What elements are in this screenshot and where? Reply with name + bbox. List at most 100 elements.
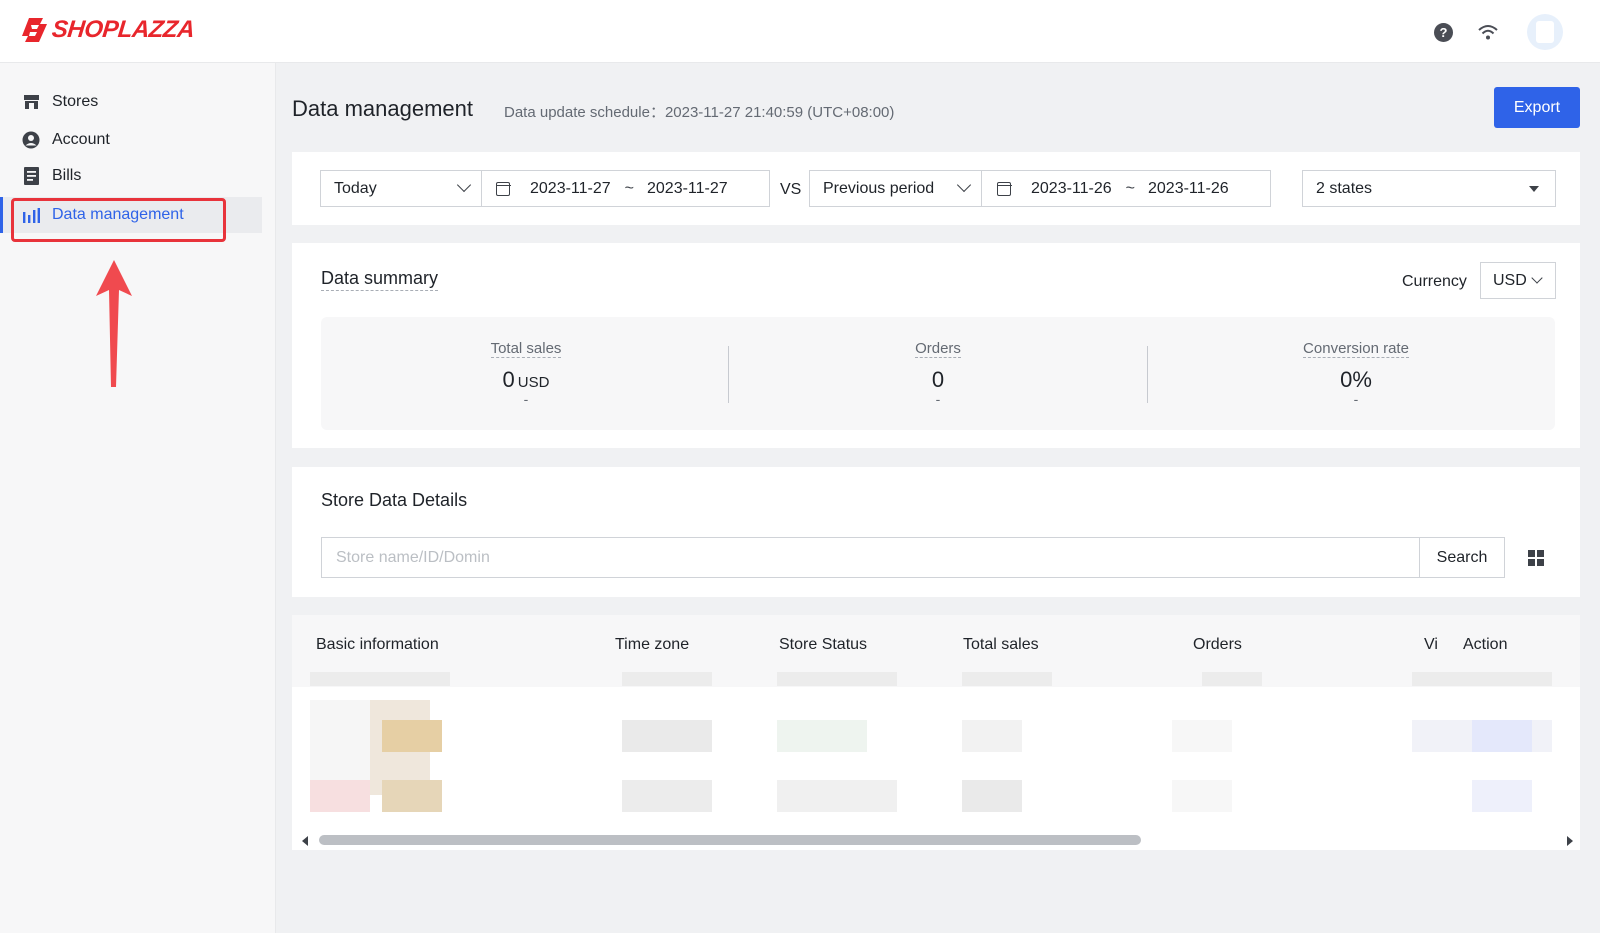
sidebar-item-bills[interactable]: Bills: [0, 158, 262, 194]
states-select-value: 2 states: [1316, 179, 1373, 197]
stat-unit: USD: [517, 374, 550, 391]
scroll-left-arrow-icon[interactable]: [302, 836, 308, 846]
shoplazza-logo-icon: [22, 18, 47, 42]
table-row: [622, 780, 712, 812]
column-orders[interactable]: Orders: [1193, 636, 1242, 654]
top-bar: SHOPLAZZA ?: [0, 0, 1600, 63]
stat-number: 0%: [1340, 367, 1372, 392]
compare-period-select[interactable]: Previous period: [809, 170, 982, 207]
table-row: [777, 672, 897, 686]
period-select-value: Today: [334, 179, 377, 197]
search-button[interactable]: Search: [1419, 537, 1505, 578]
table-row: [1202, 672, 1262, 686]
currency-label: Currency: [1402, 273, 1467, 290]
update-schedule-text: Data update schedule：2023-11-27 21:40:59…: [504, 104, 895, 121]
table-row: [1472, 780, 1532, 812]
blurred-table-rows: [292, 672, 1580, 822]
stat-label: Conversion rate: [1303, 340, 1409, 358]
sidebar-item-label: Stores: [52, 93, 99, 110]
table-row: [382, 720, 442, 752]
data-summary-title: Data summary: [321, 268, 439, 291]
column-total-sales[interactable]: Total sales: [963, 636, 1039, 654]
caret-down-icon: [1529, 186, 1539, 192]
chevron-down-icon: [1531, 272, 1543, 284]
stat-label: Total sales: [490, 340, 562, 358]
compare-date-range-picker[interactable]: 2023-11-26 ~ 2023-11-26: [981, 170, 1271, 207]
avatar-image: [1536, 21, 1554, 43]
date-start: 2023-11-27: [530, 179, 611, 197]
table-row: [962, 780, 1022, 812]
stat-conversion-rate: Conversion rate 0% -: [1151, 317, 1561, 430]
stat-value: 0 USD: [321, 367, 731, 393]
table-row: [1472, 720, 1532, 752]
calendar-icon: [495, 181, 511, 196]
sidebar-item-label: Bills: [52, 167, 82, 184]
user-circle-icon: [22, 131, 40, 149]
table-row: [962, 672, 1052, 686]
column-basic-information[interactable]: Basic information: [316, 636, 439, 654]
scroll-right-arrow-icon[interactable]: [1567, 836, 1573, 846]
compare-date-start: 2023-11-26: [1031, 179, 1112, 197]
stat-value: 0%: [1151, 367, 1561, 393]
stat-value: 0: [733, 367, 1143, 393]
table-row: [310, 780, 370, 812]
sidebar-item-account[interactable]: Account: [0, 122, 262, 158]
arrow-up-annotation-icon: [96, 260, 132, 387]
states-select[interactable]: 2 states: [1302, 170, 1556, 207]
stat-orders: Orders 0 -: [733, 317, 1143, 430]
compare-period-value: Previous period: [823, 179, 935, 197]
chevron-down-icon: [456, 177, 472, 193]
column-time-zone[interactable]: Time zone: [615, 636, 689, 654]
currency-value: USD: [1493, 271, 1527, 289]
compare-date-end: 2023-11-26: [1148, 179, 1229, 197]
grid-view-icon[interactable]: [1528, 550, 1544, 566]
date-separator: ~: [1125, 179, 1135, 197]
table-row: [622, 672, 712, 686]
wifi-icon[interactable]: [1478, 24, 1498, 40]
table-row: [777, 720, 867, 752]
table-row: [1412, 672, 1552, 686]
currency-select[interactable]: USD: [1480, 262, 1556, 299]
calendar-icon: [996, 181, 1012, 196]
scrollbar-thumb[interactable]: [319, 835, 1141, 845]
sidebar-item-label: Account: [52, 131, 110, 148]
column-store-status[interactable]: Store Status: [779, 636, 867, 654]
brand-logo[interactable]: SHOPLAZZA: [22, 16, 196, 44]
chevron-down-icon: [956, 177, 972, 193]
search-placeholder: Store name/ID/Domin: [336, 548, 490, 566]
table-row: [382, 780, 442, 812]
sidebar-item-stores[interactable]: Stores: [0, 84, 262, 120]
stat-delta: -: [1353, 391, 1359, 407]
period-select[interactable]: Today: [320, 170, 482, 207]
question-circle-icon[interactable]: ?: [1434, 23, 1453, 42]
vs-label: VS: [780, 181, 802, 198]
page-title: Data management: [292, 96, 473, 121]
divider: [728, 346, 729, 403]
stat-number: 0: [502, 367, 515, 392]
stat-delta: -: [935, 391, 941, 407]
table-row: [1172, 780, 1232, 812]
avatar[interactable]: [1527, 14, 1563, 50]
store-details-title: Store Data Details: [321, 490, 468, 510]
store-search-input[interactable]: Store name/ID/Domin: [321, 537, 1420, 578]
stat-delta: -: [523, 391, 529, 407]
table-row: [1172, 720, 1232, 752]
date-end: 2023-11-27: [647, 179, 728, 197]
column-action[interactable]: Action: [1463, 636, 1507, 654]
column-visitors[interactable]: Vi: [1424, 636, 1440, 654]
brand-name: SHOPLAZZA: [50, 16, 196, 43]
export-button[interactable]: Export: [1494, 87, 1580, 128]
table-row: [310, 672, 450, 686]
document-icon: [22, 167, 40, 185]
store-icon: [22, 93, 40, 111]
table-row: [777, 780, 897, 812]
date-range-picker[interactable]: 2023-11-27 ~ 2023-11-27: [481, 170, 770, 207]
stats-panel: Total sales 0 USD - Orders 0 - Conversion…: [321, 317, 1555, 430]
table-row: [622, 720, 712, 752]
stat-number: 0: [931, 367, 945, 392]
table-row: [962, 720, 1022, 752]
stat-label: Orders: [915, 340, 961, 358]
highlight-annotation: [11, 198, 226, 242]
divider: [1147, 346, 1148, 403]
stat-total-sales: Total sales 0 USD -: [321, 317, 731, 430]
